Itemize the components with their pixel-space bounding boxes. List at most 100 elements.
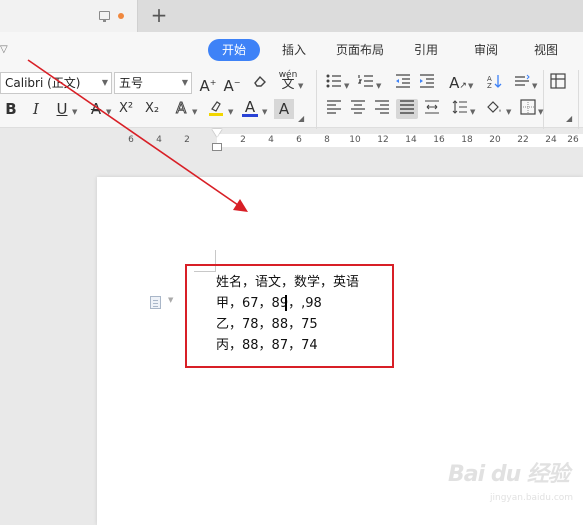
italic-button[interactable]: I	[26, 99, 46, 119]
text-cursor	[285, 295, 287, 311]
tab-start[interactable]: 开始	[208, 39, 260, 61]
borders-button[interactable]	[518, 99, 538, 119]
font-size-select[interactable]: 五号 ▼	[114, 72, 192, 94]
unsaved-dot-icon	[118, 13, 124, 19]
chevron-down-icon[interactable]: ▼	[532, 82, 537, 90]
chevron-down-icon[interactable]: ▼	[72, 108, 77, 116]
left-indent-marker[interactable]	[212, 143, 222, 151]
phonetic-guide-button[interactable]: wén 文	[278, 70, 298, 91]
bullet-list-icon	[326, 74, 341, 88]
justify-button[interactable]	[396, 99, 418, 119]
character-shading-button[interactable]: A	[274, 99, 294, 119]
ruler-number: 24	[545, 135, 557, 145]
watermark: Bai du 经验 jingyan.baidu.com	[448, 460, 578, 508]
ruler-number: 12	[377, 135, 389, 145]
document-tab[interactable]	[0, 0, 138, 32]
ruler-number: 4	[156, 135, 162, 145]
shrink-font-button[interactable]: A−	[222, 73, 242, 95]
ruler-number: 8	[324, 135, 330, 145]
chevron-down-icon[interactable]: ▼	[192, 108, 197, 116]
divider	[316, 70, 317, 130]
align-left-button[interactable]	[324, 99, 344, 119]
align-center-button[interactable]	[348, 99, 368, 119]
ruler-number: 2	[240, 135, 246, 145]
paragraph-spacing-icon	[515, 74, 530, 86]
text-effect-icon: A	[176, 99, 188, 118]
tab-review[interactable]: 审阅	[464, 39, 508, 61]
grow-font-button[interactable]: A+	[198, 73, 218, 95]
align-right-button[interactable]	[372, 99, 392, 119]
borders-icon	[520, 99, 536, 115]
chevron-down-icon[interactable]: ▼	[344, 82, 349, 90]
chevron-down-icon[interactable]: ▼	[468, 82, 473, 90]
clear-format-button[interactable]	[250, 73, 270, 93]
paragraph-settings-launcher-icon[interactable]: ◢	[566, 114, 572, 123]
first-line-indent-marker[interactable]	[212, 129, 222, 137]
ruler-number: 18	[461, 135, 473, 145]
font-color-swatch	[242, 114, 258, 117]
paragraph-layout-icon[interactable]	[150, 296, 161, 309]
font-color-button[interactable]: A	[240, 97, 260, 117]
svg-text:A: A	[176, 99, 187, 115]
tab-insert[interactable]: 插入	[272, 39, 316, 61]
chevron-down-icon[interactable]: ▼	[538, 108, 543, 116]
distribute-button[interactable]	[422, 99, 442, 119]
tab-view[interactable]: 视图	[524, 39, 568, 61]
increase-indent-button[interactable]	[417, 73, 437, 93]
highlight-button[interactable]	[206, 99, 226, 119]
subscript-button[interactable]: X₂	[142, 99, 162, 119]
chevron-down-icon[interactable]: ▼	[106, 108, 111, 116]
document-line[interactable]: 丙，88，87，74	[216, 337, 318, 355]
ruler-number: 14	[405, 135, 417, 145]
text-direction-button[interactable]: A↗	[448, 73, 468, 93]
ruler-number: 22	[517, 135, 529, 145]
new-tab-button[interactable]: +	[148, 4, 170, 26]
line-spacing-row2-button[interactable]	[450, 99, 470, 119]
superscript-button[interactable]: X²	[116, 99, 136, 119]
bullet-list-button[interactable]	[324, 73, 344, 93]
paint-bucket-icon	[487, 101, 501, 113]
chevron-down-icon[interactable]: ▼	[506, 108, 511, 116]
monitor-icon[interactable]	[99, 11, 110, 22]
sort-button[interactable]: AZ	[484, 73, 504, 93]
ruler-number: 2	[184, 135, 190, 145]
align-left-icon	[327, 100, 341, 114]
chevron-down-icon: ▼	[101, 78, 108, 87]
chevron-down-icon[interactable]: ▼	[470, 108, 475, 116]
collapse-ribbon-icon[interactable]: ▽	[0, 44, 8, 55]
chevron-down-icon[interactable]: ▼	[262, 108, 267, 116]
document-line[interactable]: 姓名，语文，数学，英语	[216, 274, 359, 292]
line-spacing-button[interactable]	[512, 73, 532, 93]
strikethrough-button[interactable]: A	[86, 99, 106, 119]
shading-button[interactable]	[484, 99, 504, 119]
divider	[543, 70, 544, 130]
align-center-icon	[351, 100, 365, 114]
watermark-logo: Bai du 经验	[448, 462, 570, 487]
svg-text:Z: Z	[487, 82, 492, 89]
chevron-down-icon[interactable]: ▼	[228, 108, 233, 116]
font-settings-launcher-icon[interactable]: ◢	[298, 114, 304, 123]
chevron-down-icon[interactable]: ▼	[376, 82, 381, 90]
document-line[interactable]: 乙，78，88，75	[216, 316, 318, 334]
decrease-indent-button[interactable]	[393, 73, 413, 93]
table-button[interactable]	[548, 73, 568, 93]
numbered-list-button[interactable]	[356, 73, 376, 93]
tab-references[interactable]: 引用	[404, 39, 448, 61]
sort-icon: AZ	[487, 75, 502, 90]
tab-page-layout[interactable]: 页面布局	[328, 39, 392, 61]
eraser-icon	[254, 75, 266, 87]
ruler-number: 6	[296, 135, 302, 145]
font-size-value: 五号	[119, 76, 144, 90]
chevron-down-icon[interactable]: ▼	[298, 82, 303, 90]
text-effect-button[interactable]: A	[172, 99, 192, 119]
table-icon	[550, 73, 566, 89]
horizontal-ruler[interactable]: 6 4 2 2 4 6 8 10 12 14 16 18 20 22 24 26	[0, 129, 583, 151]
bold-button[interactable]: B	[1, 99, 21, 119]
watermark-url: jingyan.baidu.com	[490, 493, 574, 503]
ruler-number: 6	[128, 135, 134, 145]
font-name-select[interactable]: Calibri (正文) ▼	[0, 72, 112, 94]
underline-button[interactable]: U	[52, 99, 72, 119]
justify-icon	[400, 100, 414, 114]
chevron-down-icon[interactable]: ▼	[168, 296, 173, 304]
document-line[interactable]: 甲，67，89，,98	[216, 295, 322, 313]
